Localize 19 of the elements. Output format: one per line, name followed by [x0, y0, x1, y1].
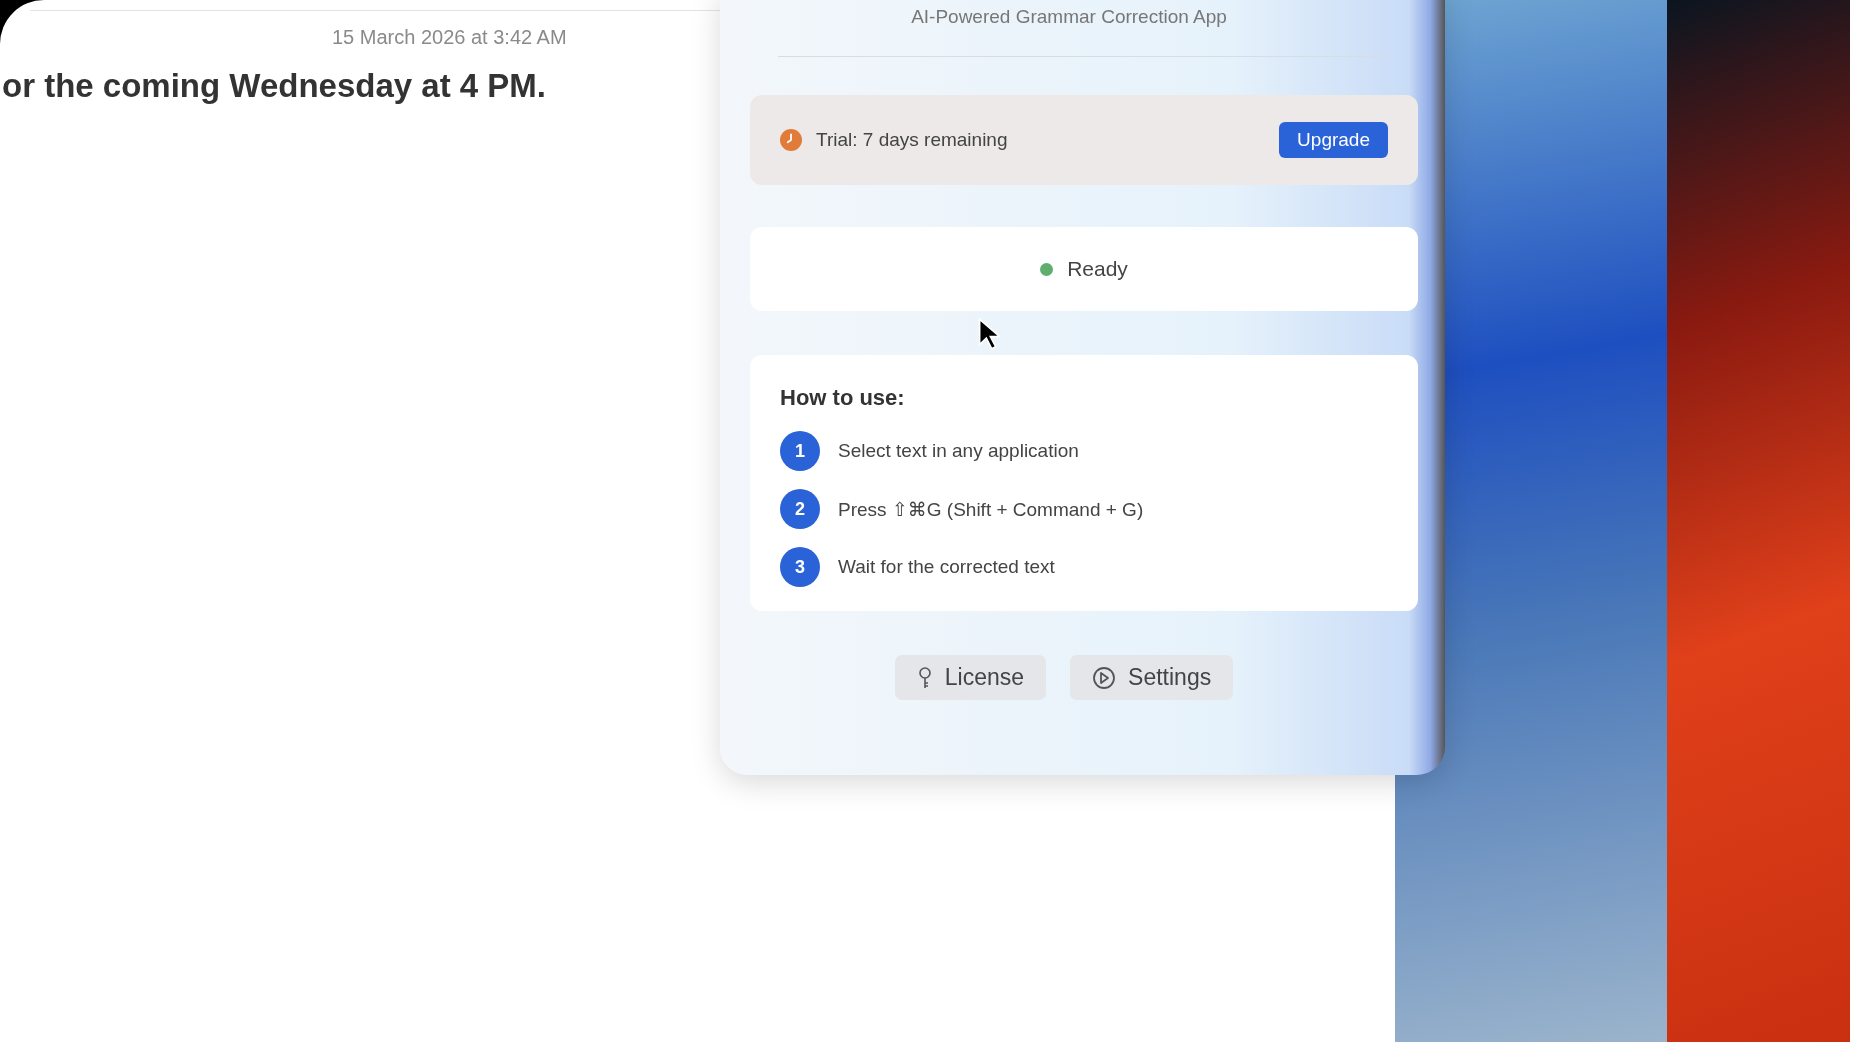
- mouse-pointer-icon: [978, 318, 1000, 350]
- timestamp: 15 March 2026 at 3:42 AM: [332, 26, 568, 49]
- instructions-title: How to use:: [780, 385, 906, 411]
- app-subtitle: AI-Powered Grammar Correction App: [910, 6, 1228, 28]
- status-dot-icon: [1040, 262, 1054, 276]
- step-text: Wait for the corrected text: [838, 556, 1055, 578]
- document-text: or the coming Wednesday at 4 PM.: [2, 67, 547, 105]
- step-number: 3: [780, 547, 820, 587]
- license-button[interactable]: License: [894, 655, 1047, 700]
- status-label: Ready: [1067, 257, 1128, 281]
- settings-button[interactable]: Settings: [1070, 655, 1234, 700]
- step-text: Select text in any application: [838, 440, 1079, 462]
- trial-label: Trial: 7 days remaining: [816, 129, 1009, 151]
- step-text: Press ⇧⌘G (Shift + Command + G): [838, 497, 1144, 521]
- step-number: 2: [780, 489, 820, 529]
- step-number: 1: [780, 431, 820, 471]
- clock-icon: [780, 129, 802, 151]
- key-icon: [916, 665, 933, 690]
- upgrade-button[interactable]: Upgrade: [1279, 122, 1388, 158]
